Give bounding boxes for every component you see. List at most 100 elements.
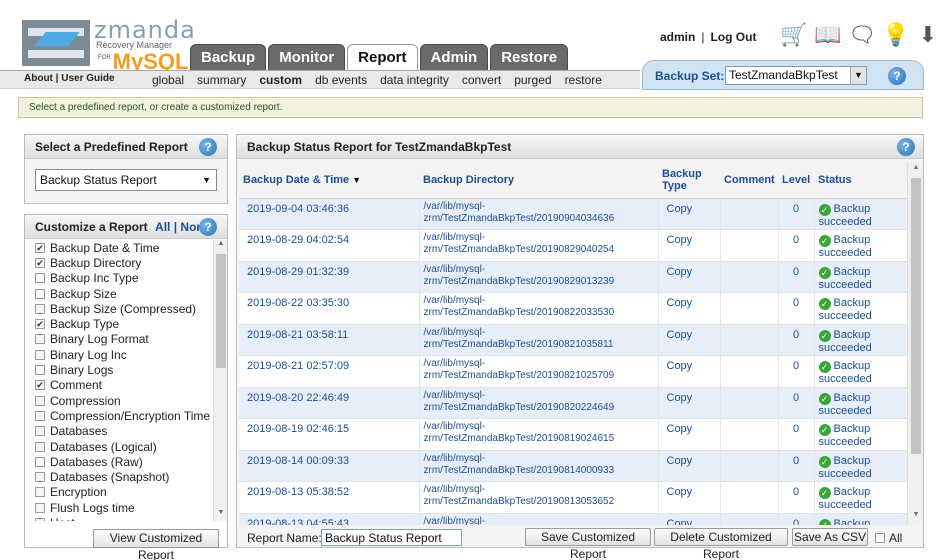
cell-date[interactable]: 2019-08-19 02:46:15: [239, 418, 420, 451]
predefined-report-select[interactable]: Backup Status Report ▼: [35, 169, 217, 191]
column-option[interactable]: Databases: [25, 424, 213, 439]
table-row[interactable]: 2019-09-04 03:46:36/var/lib/mysql-zrm/Te…: [239, 198, 907, 230]
subnav-db-events[interactable]: db events: [315, 73, 367, 87]
tab-monitor[interactable]: Monitor: [268, 44, 346, 70]
help-icon[interactable]: ?: [199, 218, 217, 236]
column-checkbox[interactable]: [35, 365, 45, 376]
scroll-up-icon[interactable]: ▲: [214, 240, 228, 252]
column-option[interactable]: Backup Size: [25, 286, 213, 301]
column-option[interactable]: Backup Size (Compressed): [25, 301, 213, 316]
scrollbar-thumb[interactable]: [911, 178, 921, 454]
save-as-csv-button[interactable]: Save As CSV: [792, 528, 868, 546]
cell-date[interactable]: 2019-08-29 01:32:39: [239, 261, 420, 293]
cell-date[interactable]: 2019-08-21 03:58:11: [239, 324, 420, 356]
column-option[interactable]: Binary Logs: [25, 362, 213, 377]
column-option[interactable]: Flush Logs time: [25, 500, 213, 515]
report-name-input[interactable]: [321, 529, 462, 546]
column-checkbox[interactable]: [35, 395, 45, 406]
cell-date[interactable]: 2019-08-21 02:57:09: [239, 355, 420, 388]
backup-set-select[interactable]: TestZmandaBkpTest ▼: [725, 66, 867, 85]
column-option[interactable]: Databases (Snapshot): [25, 469, 213, 484]
column-option[interactable]: Host: [25, 515, 213, 521]
subnav-purged[interactable]: purged: [514, 73, 551, 87]
subnav-restore[interactable]: restore: [565, 73, 602, 87]
column-checkbox[interactable]: [35, 303, 45, 314]
checklist-scrollbar[interactable]: ▲ ▼: [213, 240, 227, 521]
about-user-guide-link[interactable]: About | User Guide: [24, 73, 115, 84]
save-customized-report-button[interactable]: Save Customized Report: [525, 528, 651, 560]
table-row[interactable]: 2019-08-22 03:35:30/var/lib/mysql-zrm/Te…: [239, 292, 907, 325]
table-row[interactable]: 2019-08-20 22:46:49/var/lib/mysql-zrm/Te…: [239, 387, 907, 419]
scroll-down-icon[interactable]: ▼: [908, 511, 924, 523]
subnav-custom[interactable]: custom: [259, 73, 302, 87]
cell-date[interactable]: 2019-09-04 03:46:36: [239, 198, 420, 230]
column-checkbox[interactable]: [35, 441, 45, 452]
book-icon[interactable]: 📖: [814, 22, 841, 48]
table-row[interactable]: 2019-08-29 04:02:54/var/lib/mysql-zrm/Te…: [239, 229, 907, 262]
column-header-status[interactable]: Status: [814, 162, 907, 199]
column-checkbox[interactable]: [35, 410, 45, 421]
tab-admin[interactable]: Admin: [419, 44, 489, 70]
subnav-summary[interactable]: summary: [197, 73, 246, 87]
column-checkbox[interactable]: [35, 349, 45, 360]
cart-icon[interactable]: 🛒: [780, 22, 807, 48]
scroll-down-icon[interactable]: ▼: [214, 509, 228, 521]
cell-date[interactable]: 2019-08-14 00:09:33: [239, 450, 420, 482]
column-checkbox[interactable]: [35, 456, 45, 467]
column-header-type[interactable]: Backup Type: [658, 162, 720, 199]
column-header-level[interactable]: Level: [778, 162, 814, 199]
column-option[interactable]: Binary Log Inc: [25, 347, 213, 362]
cell-date[interactable]: 2019-08-13 05:38:52: [239, 481, 420, 514]
column-option[interactable]: Databases (Raw): [25, 454, 213, 469]
column-option[interactable]: Binary Log Format: [25, 332, 213, 347]
select-all-link[interactable]: All: [155, 220, 170, 234]
column-option[interactable]: Databases (Logical): [25, 439, 213, 454]
column-option[interactable]: ✔ Backup Type: [25, 316, 213, 331]
lightbulb-icon[interactable]: 💡: [882, 22, 909, 48]
table-row[interactable]: 2019-08-21 02:57:09/var/lib/mysql-zrm/Te…: [239, 355, 907, 388]
cell-date[interactable]: 2019-08-22 03:35:30: [239, 292, 420, 325]
table-row[interactable]: 2019-08-14 00:09:33/var/lib/mysql-zrm/Te…: [239, 450, 907, 482]
column-checkbox[interactable]: ✔: [35, 380, 45, 391]
report-scrollbar[interactable]: ▲ ▼: [907, 162, 923, 525]
logout-link[interactable]: Log Out: [710, 30, 756, 44]
column-checkbox[interactable]: [35, 273, 45, 284]
subnav-global[interactable]: global: [152, 73, 184, 87]
table-row[interactable]: 2019-08-19 02:46:15/var/lib/mysql-zrm/Te…: [239, 418, 907, 451]
column-header-directory[interactable]: Backup Directory: [419, 162, 658, 199]
column-checkbox[interactable]: [35, 517, 45, 521]
table-row[interactable]: 2019-08-13 05:38:52/var/lib/mysql-zrm/Te…: [239, 481, 907, 514]
subnav-convert[interactable]: convert: [462, 73, 501, 87]
tab-backup[interactable]: Backup: [190, 44, 267, 70]
tab-restore[interactable]: Restore: [490, 44, 569, 70]
column-checkbox[interactable]: ✔: [35, 242, 45, 253]
column-option[interactable]: Backup Inc Type: [25, 271, 213, 286]
cell-date[interactable]: 2019-08-20 22:46:49: [239, 387, 420, 419]
download-icon[interactable]: ⬇: [916, 22, 940, 48]
column-header-comment[interactable]: Comment: [720, 162, 778, 199]
column-option[interactable]: Encryption: [25, 485, 213, 500]
column-checkbox[interactable]: ✔: [35, 319, 45, 330]
all-rows-checkbox[interactable]: [875, 533, 885, 543]
delete-customized-report-button[interactable]: Delete Customized Report: [654, 528, 788, 560]
tab-report[interactable]: Report: [347, 44, 418, 71]
help-icon[interactable]: ?: [888, 67, 906, 85]
column-checkbox[interactable]: [35, 288, 45, 299]
column-option[interactable]: ✔ Comment: [25, 378, 213, 393]
column-option[interactable]: ✔ Backup Directory: [25, 255, 213, 270]
table-row[interactable]: 2019-08-13 04:55:43/var/lib/mysql-zrm/Te…: [239, 513, 907, 525]
column-option[interactable]: Compression/Encryption Time: [25, 408, 213, 423]
subnav-data-integrity[interactable]: data integrity: [380, 73, 449, 87]
cell-date[interactable]: 2019-08-29 04:02:54: [239, 229, 420, 262]
chat-icon[interactable]: 🗨: [848, 22, 876, 48]
scrollbar-thumb[interactable]: [216, 254, 226, 368]
column-header-date[interactable]: Backup Date & Time ▼: [239, 162, 419, 199]
table-row[interactable]: 2019-08-29 01:32:39/var/lib/mysql-zrm/Te…: [239, 261, 907, 293]
column-checkbox[interactable]: ✔: [35, 257, 45, 268]
column-checkbox[interactable]: [35, 502, 45, 513]
view-customized-report-button[interactable]: View Customized Report: [93, 529, 219, 560]
cell-date[interactable]: 2019-08-13 04:55:43: [239, 513, 420, 525]
column-option[interactable]: Compression: [25, 393, 213, 408]
help-icon[interactable]: ?: [199, 138, 217, 156]
column-checkbox[interactable]: [35, 472, 45, 483]
